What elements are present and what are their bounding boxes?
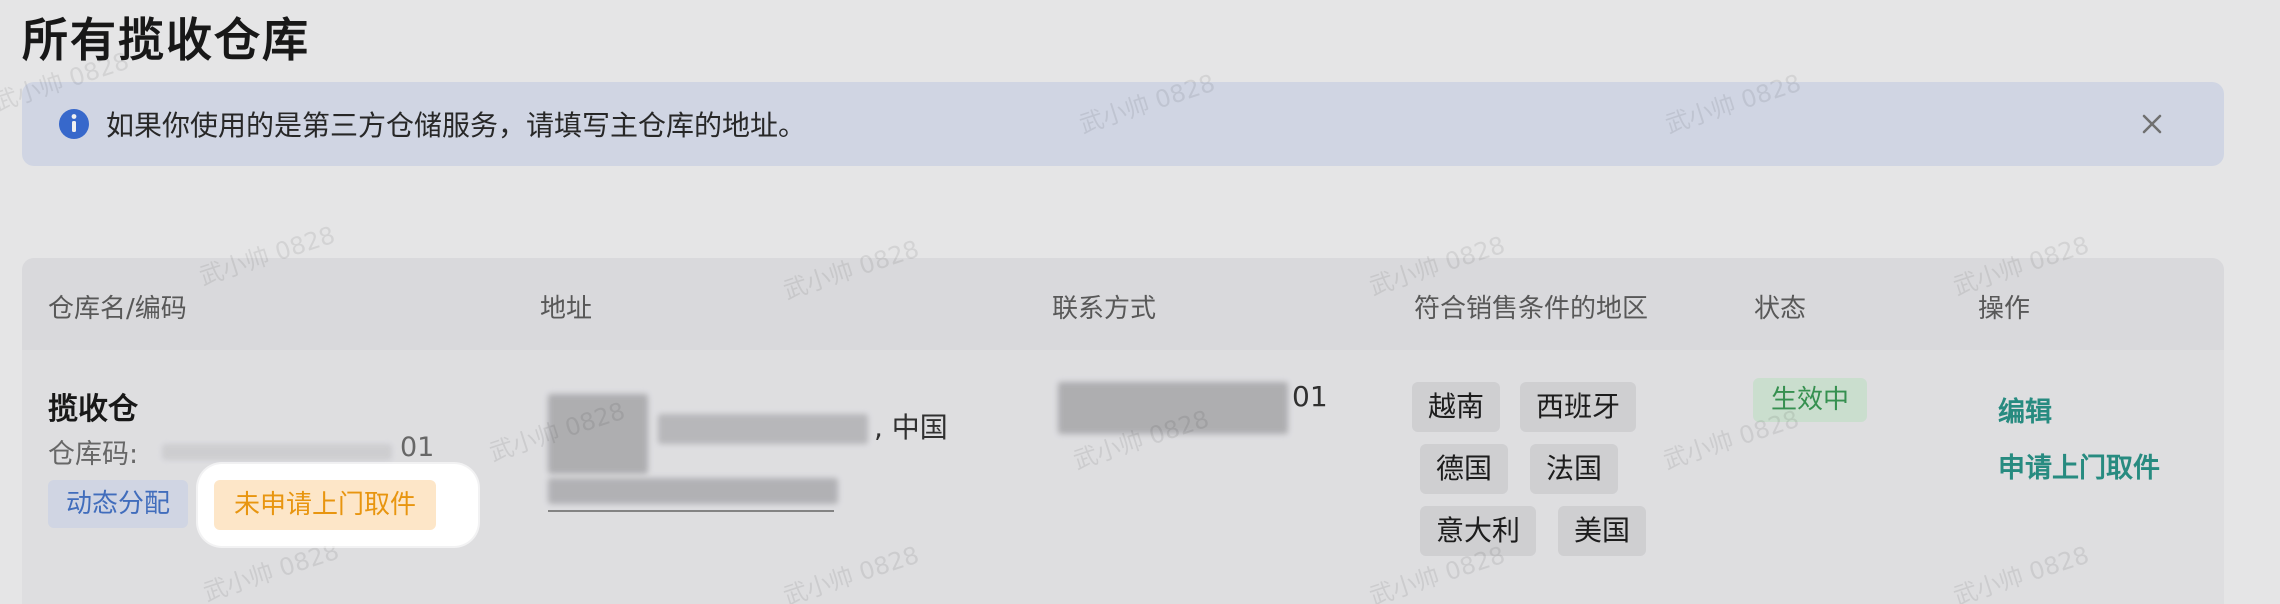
request-pickup-link[interactable]: 申请上门取件 xyxy=(1998,446,2160,485)
warehouse-table: 仓库名/编码 地址 联系方式 符合销售条件的地区 状态 操作 揽收仓 仓库码: … xyxy=(22,258,2224,604)
redacted-address xyxy=(548,478,838,504)
pickup-not-requested-tag: 未申请上门取件 xyxy=(214,480,437,530)
address-country: , 中国 xyxy=(874,411,948,444)
warehouse-code-label: 仓库码: xyxy=(48,439,139,470)
table-row: 揽收仓 仓库码: 01 动态分配 未申请上门取件 , 中国 01 越南 西班牙 … xyxy=(22,350,2224,604)
region-tag: 西班牙 xyxy=(1520,382,1637,432)
header-address: 地址 xyxy=(540,294,593,324)
dynamic-allocation-tag: 动态分配 xyxy=(48,480,189,528)
page-title: 所有揽收仓库 xyxy=(22,13,310,67)
header-contact: 联系方式 xyxy=(1052,294,1157,324)
info-alert: 如果你使用的是第三方仓储服务，请填写主仓库的地址。 xyxy=(22,82,2224,166)
alert-message: 如果你使用的是第三方仓储服务，请填写主仓库的地址。 xyxy=(106,109,807,142)
contact-tail: 01 xyxy=(1292,380,1328,413)
redacted-contact xyxy=(1058,382,1288,434)
redacted-address xyxy=(548,394,648,474)
region-tag: 意大利 xyxy=(1420,506,1537,556)
warehouse-code-tail: 01 xyxy=(400,432,435,463)
region-tag: 法国 xyxy=(1530,444,1619,494)
status-badge: 生效中 xyxy=(1753,378,1868,422)
region-tag: 越南 xyxy=(1412,382,1501,432)
table-header: 仓库名/编码 地址 联系方式 符合销售条件的地区 状态 操作 xyxy=(22,258,2224,350)
address-underline xyxy=(548,510,834,512)
header-regions: 符合销售条件的地区 xyxy=(1414,294,1649,324)
redacted-address xyxy=(658,414,868,444)
info-icon xyxy=(59,109,89,139)
header-status: 状态 xyxy=(1754,294,1807,324)
header-actions: 操作 xyxy=(1978,294,2031,324)
edit-link[interactable]: 编辑 xyxy=(1998,390,2052,429)
region-tag: 德国 xyxy=(1420,444,1509,494)
header-warehouse: 仓库名/编码 xyxy=(48,294,187,324)
region-tag: 美国 xyxy=(1558,506,1647,556)
redacted-code xyxy=(162,444,392,460)
close-icon[interactable] xyxy=(2136,108,2168,140)
warehouse-name: 揽收仓 xyxy=(48,392,138,427)
